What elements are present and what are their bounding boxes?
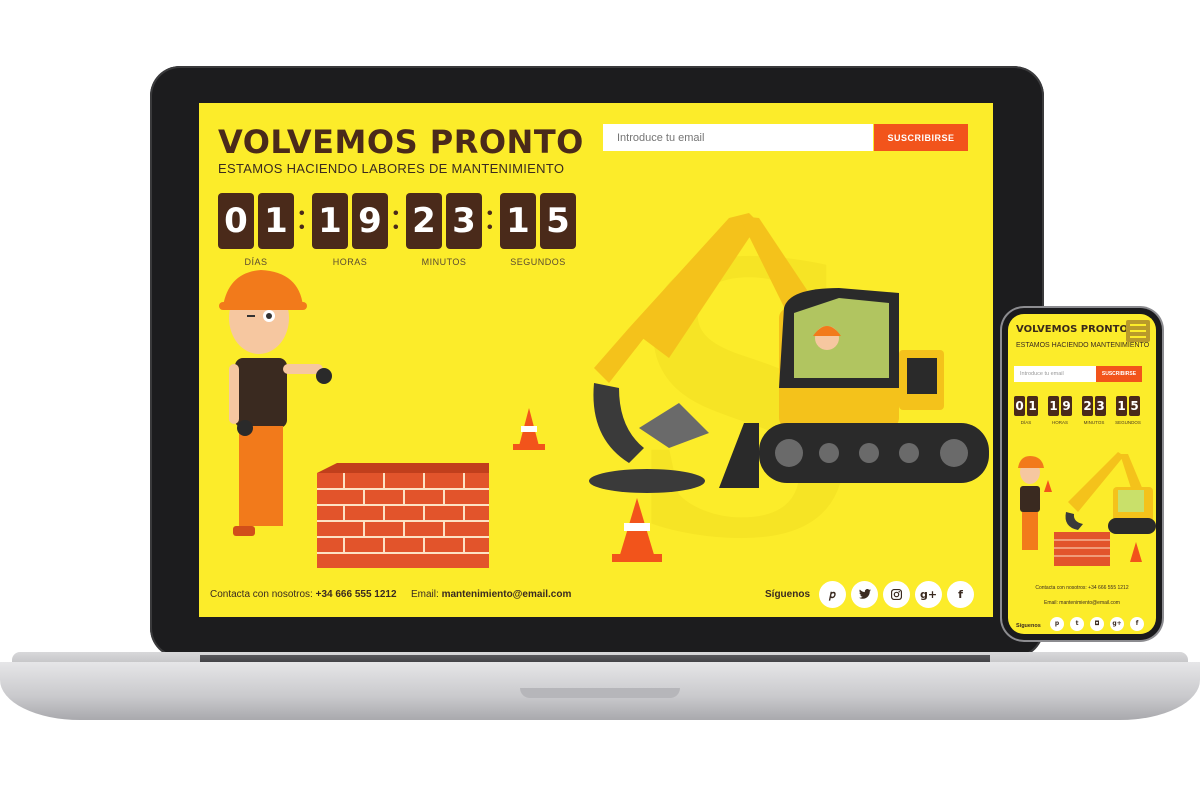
- phone-page-subtitle: ESTAMOS HACIENDO MANTENIMIENTO: [1016, 342, 1150, 349]
- phone-countdown-digit: 2: [1082, 396, 1093, 416]
- excavator-illustration: [589, 213, 989, 493]
- pinterest-icon[interactable]: 𝑝: [819, 581, 846, 608]
- page-subtitle: ESTAMOS HACIENDO LABORES DE MANTENIMIENT…: [218, 161, 565, 176]
- google-plus-icon[interactable]: g+: [1110, 617, 1124, 631]
- contact-prefix: Contacta con nosotros:: [210, 589, 316, 600]
- phone-label-dias: DÍAS: [1020, 420, 1032, 425]
- phone-construction-illustration: [1018, 452, 1156, 566]
- instagram-icon[interactable]: ◘: [1090, 617, 1104, 631]
- phone-contact-line: Contacta con nosotros: +34 666 555 1212: [1035, 585, 1129, 591]
- facebook-icon[interactable]: f: [1130, 617, 1144, 631]
- phone-screen: VOLVEMOS PRONTO ESTAMOS HACIENDO MANTENI…: [1008, 314, 1156, 634]
- phone-follow-label: Síguenos: [1016, 623, 1041, 629]
- phone-email-line: Email: mantenimiento@email.com: [1044, 600, 1120, 606]
- google-plus-icon[interactable]: g+: [915, 581, 942, 608]
- traffic-cone-icon: [612, 498, 662, 562]
- pinterest-icon[interactable]: p: [1050, 617, 1064, 631]
- email-line: Email: mantenimiento@email.com: [411, 589, 571, 600]
- phone-countdown-digit: 9: [1061, 396, 1072, 416]
- contact-line: Contacta con nosotros: +34 666 555 1212: [210, 589, 397, 600]
- email-prefix: Email:: [411, 589, 442, 600]
- phone-countdown-digit: 0: [1014, 396, 1025, 416]
- mockup-stage: S VOLVEMOS PRONTO ESTAMOS HACIENDO LABOR…: [0, 0, 1200, 800]
- phone-countdown-digit: 1: [1027, 396, 1038, 416]
- phone-countdown-digit: 1: [1048, 396, 1059, 416]
- construction-illustration: [219, 213, 989, 568]
- instagram-icon[interactable]: [883, 581, 910, 608]
- laptop-screen: S VOLVEMOS PRONTO ESTAMOS HACIENDO LABOR…: [199, 103, 993, 617]
- brick-wall-illustration: [317, 463, 489, 568]
- twitter-icon[interactable]: [851, 581, 878, 608]
- laptop-notch: [520, 688, 680, 698]
- traffic-cone-icon: [513, 408, 545, 450]
- phone-label-horas: HORAS: [1051, 420, 1068, 425]
- page-title: VOLVEMOS PRONTO: [218, 123, 584, 161]
- worker-illustration: [219, 270, 332, 536]
- twitter-icon[interactable]: t: [1070, 617, 1084, 631]
- contact-phone[interactable]: +34 666 555 1212: [316, 589, 397, 600]
- phone-countdown-digit: 1: [1116, 396, 1127, 416]
- phone-label-minutos: MINUTOS: [1083, 420, 1105, 425]
- email-input[interactable]: [603, 124, 873, 151]
- phone-countdown-digit: 3: [1095, 396, 1106, 416]
- phone-page-title: VOLVEMOS PRONTO: [1016, 324, 1128, 335]
- hamburger-menu-icon[interactable]: [1126, 320, 1150, 342]
- follow-label: Síguenos: [765, 589, 811, 600]
- subscribe-button[interactable]: SUSCRIBIRSE: [874, 124, 968, 151]
- phone-email-input[interactable]: Introduce tu email: [1014, 366, 1096, 382]
- contact-email-link[interactable]: mantenimiento@email.com: [442, 589, 572, 600]
- phone-label-segundos: SEGUNDOS: [1115, 420, 1141, 425]
- phone-subscribe-button[interactable]: SUSCRIBIRSE: [1096, 366, 1142, 382]
- phone-countdown-digit: 5: [1129, 396, 1140, 416]
- facebook-icon[interactable]: f: [947, 581, 974, 608]
